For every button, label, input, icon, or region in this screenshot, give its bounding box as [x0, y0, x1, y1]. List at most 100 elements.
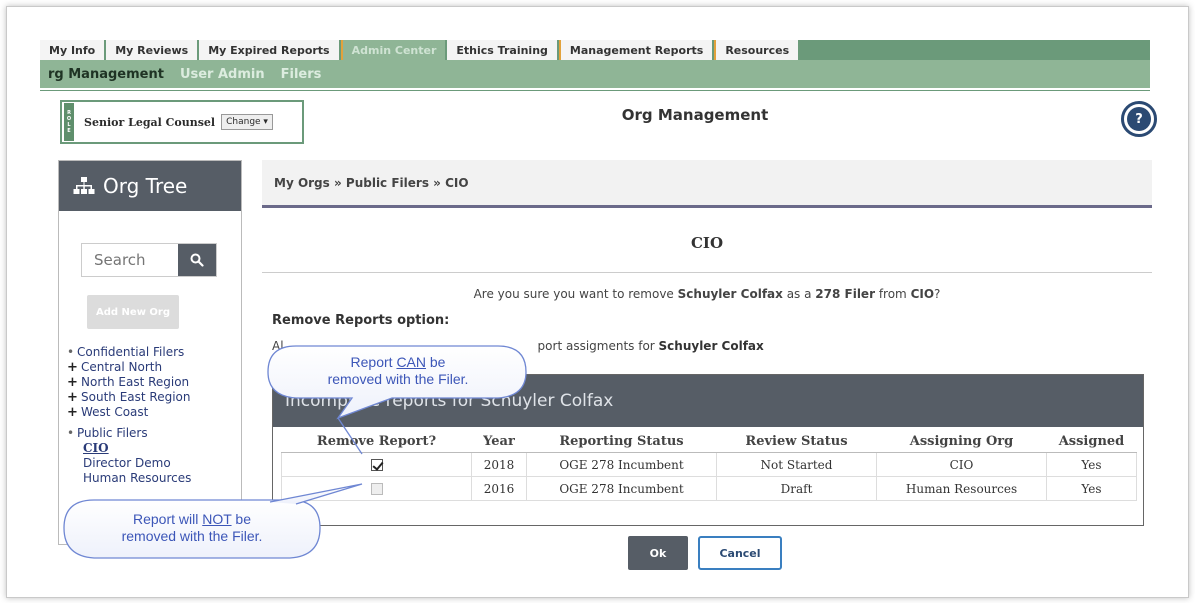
callout-text: removed with the Filer. — [327, 371, 469, 387]
tab-resources[interactable]: Resources — [714, 40, 801, 60]
tree-item[interactable]: + South East Region — [67, 390, 191, 405]
confirm-role: 278 Filer — [815, 287, 875, 301]
tree-item-label: North East Region — [81, 375, 190, 389]
column-header: Remove Report? — [281, 431, 472, 453]
help-icon: ? — [1127, 107, 1151, 131]
breadcrumb[interactable]: My Orgs » Public Filers » CIO — [262, 160, 1152, 208]
tree-item-label: West Coast — [81, 405, 149, 419]
subtab-filers[interactable]: Filers — [273, 67, 330, 82]
plus-icon[interactable]: + — [67, 375, 81, 390]
tab-admin-center[interactable]: Admin Center — [340, 40, 448, 60]
tree-item[interactable]: + Central North — [67, 360, 191, 375]
sidebar-header: Org Tree — [59, 161, 241, 211]
also-remove-text: Al port assigments for Schuyler Colfax — [272, 339, 764, 353]
table-row: 2016 OGE 278 Incumbent Draft Human Resou… — [281, 476, 1137, 501]
plus-icon[interactable]: + — [67, 360, 81, 375]
column-header: Reporting Status — [526, 431, 717, 453]
bullet-icon: • — [67, 426, 75, 440]
also-text: port assigments for — [537, 339, 659, 353]
org-tree: • Confidential Filers + Central North + Nor… — [67, 345, 191, 486]
subtab-org-management[interactable]: rg Management — [40, 67, 172, 82]
assigning-org-cell: CIO — [876, 452, 1047, 477]
org-heading: CIO — [690, 234, 724, 252]
tree-item[interactable]: + North East Region — [67, 375, 191, 390]
subtab-user-admin[interactable]: User Admin — [172, 67, 273, 82]
callout-text: be — [426, 354, 446, 370]
sitemap-icon — [73, 177, 95, 194]
remove-report-cell — [281, 452, 472, 477]
nav-spacer — [800, 40, 1150, 60]
cancel-button[interactable]: Cancel — [698, 536, 782, 570]
assigning-org-cell: Human Resources — [876, 476, 1047, 501]
column-header: Assigning Org — [876, 431, 1047, 453]
callout-text: removed with the Filer. — [121, 528, 263, 544]
tree-group-label: Public Filers — [77, 426, 148, 440]
tree-item[interactable]: + West Coast — [67, 405, 191, 420]
page-title: Org Management — [621, 106, 769, 124]
table-header-row: Remove Report? Year Reporting Status Rev… — [281, 431, 1137, 453]
main-nav: My Info My Reviews My Expired Reports Ad… — [40, 40, 1150, 60]
plus-icon[interactable]: + — [67, 405, 81, 420]
add-new-org-button[interactable]: Add New Org — [87, 295, 179, 329]
search-button[interactable] — [178, 244, 216, 276]
year-cell: 2018 — [471, 452, 527, 477]
ok-button[interactable]: Ok — [628, 536, 688, 570]
callout-not-text: Report will NOT be removed with the File… — [70, 511, 314, 545]
callout-can-text: Report CAN be removed with the Filer. — [280, 354, 516, 388]
table-row: 2018 OGE 278 Incumbent Not Started CIO Y… — [281, 452, 1137, 477]
confirm-text: from — [875, 287, 911, 301]
reporting-status-cell: OGE 278 Incumbent — [526, 452, 717, 477]
reporting-status-cell: OGE 278 Incumbent — [526, 476, 717, 501]
column-header: Assigned — [1046, 431, 1137, 453]
incomplete-reports-box: Incomplete reports for Schuyler Colfax R… — [272, 374, 1144, 526]
tab-ethics-training[interactable]: Ethics Training — [447, 40, 559, 60]
remove-reports-option-label: Remove Reports option: — [272, 313, 450, 328]
tree-group[interactable]: • Confidential Filers — [67, 345, 191, 360]
review-status-cell: Not Started — [716, 452, 877, 477]
year-cell: 2016 — [471, 476, 527, 501]
role-strip-letter: E — [67, 128, 71, 134]
confirm-text: ? — [934, 287, 941, 301]
role-strip: R O L E — [64, 103, 74, 141]
callout-text: Report — [350, 354, 397, 370]
sidebar-title: Org Tree — [103, 174, 188, 198]
review-status-cell: Draft — [716, 476, 877, 501]
confirm-message: Are you sure you want to remove Schuyler… — [262, 287, 1152, 301]
remove-report-checkbox[interactable] — [370, 459, 383, 471]
sub-nav: rg Management User Admin Filers — [40, 60, 1150, 88]
role-name: Senior Legal Counsel — [84, 115, 216, 129]
help-button[interactable]: ? — [1121, 101, 1157, 137]
assigned-cell: Yes — [1046, 452, 1137, 477]
tree-item[interactable]: Director Demo — [67, 456, 191, 471]
callout-emphasis: NOT — [202, 511, 232, 527]
also-text: Al — [272, 339, 284, 353]
tree-group[interactable]: • Public Filers — [67, 426, 191, 441]
tree-item-label: Central North — [81, 360, 163, 374]
org-tree-sidebar: Org Tree Add New Org •Confidential Filer… — [58, 160, 242, 545]
remove-report-checkbox-disabled — [370, 483, 383, 495]
confirm-org: CIO — [910, 287, 935, 301]
callout-emphasis: CAN — [396, 354, 426, 370]
reports-table: Remove Report? Year Reporting Status Rev… — [281, 431, 1137, 501]
bullet-icon: • — [67, 345, 75, 359]
tree-item-current[interactable]: CIO — [67, 441, 191, 456]
tab-my-info[interactable]: My Info — [40, 40, 107, 60]
tab-management-reports[interactable]: Management Reports — [558, 40, 715, 60]
callout-text: Report will — [132, 511, 203, 527]
confirm-text: Are you sure you want to remove — [473, 287, 678, 301]
tab-my-expired-reports[interactable]: My Expired Reports — [199, 40, 341, 60]
confirm-text: as a — [782, 287, 816, 301]
tab-my-reviews[interactable]: My Reviews — [106, 40, 200, 60]
org-search — [81, 243, 217, 277]
column-header: Review Status — [716, 431, 877, 453]
nav-divider — [40, 90, 1150, 91]
search-input[interactable] — [82, 244, 178, 276]
assigned-cell: Yes — [1046, 476, 1137, 501]
callout-text: be — [231, 511, 252, 527]
role-selector: R O L E Senior Legal Counsel Change ▾ — [60, 100, 304, 144]
change-role-button[interactable]: Change ▾ — [221, 114, 273, 130]
plus-icon[interactable]: + — [67, 390, 81, 405]
tree-item[interactable]: Human Resources — [67, 471, 191, 486]
search-icon — [190, 253, 204, 267]
tree-item-label: South East Region — [81, 390, 191, 404]
